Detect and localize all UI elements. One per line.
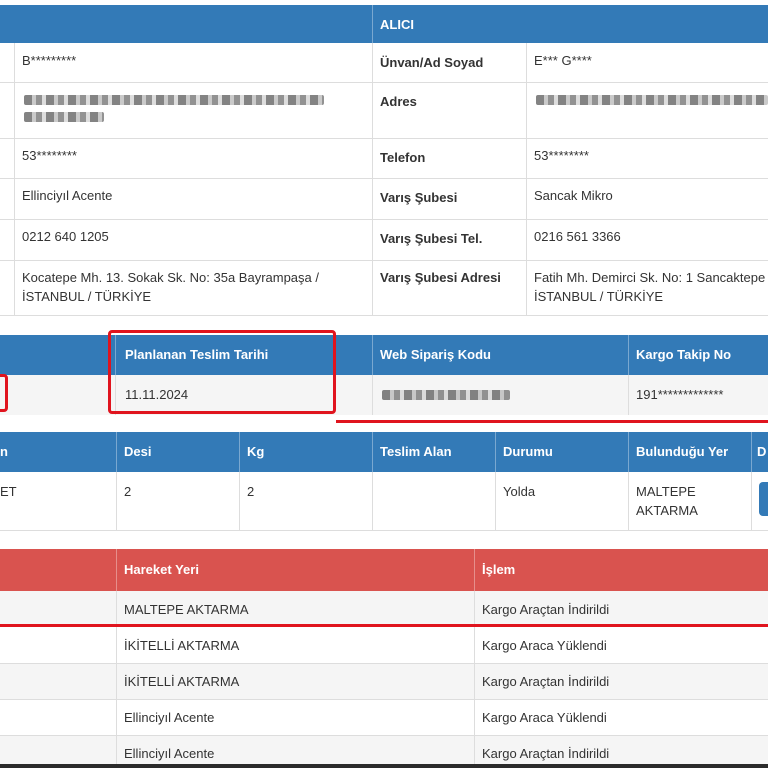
- movement-action: Kargo Araca Yüklendi: [482, 710, 607, 725]
- label-address: Adres: [380, 94, 417, 109]
- header-movement-place: Hareket Yeri: [124, 562, 199, 577]
- row-divider: [0, 315, 768, 316]
- label-branch-phone: Varış Şubesi Tel.: [380, 231, 483, 246]
- package-kg: 2: [247, 484, 255, 499]
- redacted-text: [24, 95, 324, 105]
- redacted-text: [24, 112, 104, 122]
- header-kg: Kg: [247, 444, 265, 459]
- movement-place: İKİTELLİ AKTARMA: [124, 674, 240, 689]
- package-received-by: [372, 474, 495, 490]
- tracking-no-value: 191*************: [636, 387, 724, 402]
- highlight-planned-date: [108, 330, 336, 414]
- row-divider: [0, 735, 768, 736]
- movement-action: Kargo Araca Yüklendi: [482, 638, 607, 653]
- package-status: Yolda: [503, 484, 536, 499]
- movement-place: MALTEPE AKTARMA: [124, 602, 249, 617]
- header-location: Bulunduğu Yer: [636, 444, 729, 459]
- header-received-by: Teslim Alan: [380, 444, 452, 459]
- receiver-address-redacted: [536, 95, 768, 105]
- header-tracking-no: Kargo Takip No: [636, 347, 732, 362]
- receiver-header: ALICI: [380, 17, 414, 32]
- receiver-branch-phone: 0216 561 3366: [534, 229, 621, 244]
- movement-place: Ellinciyıl Acente: [124, 710, 215, 725]
- label-branch: Varış Şubesi: [380, 190, 458, 205]
- col-divider: [751, 472, 752, 530]
- web-order-code-redacted: [382, 390, 510, 400]
- movement-action: Kargo Araçtan İndirildi: [482, 602, 610, 617]
- package-first: ET: [0, 484, 17, 499]
- movement-action: Kargo Araçtan İndirildi: [482, 674, 610, 689]
- header-col-first: n: [0, 444, 8, 459]
- receiver-phone: 53********: [534, 148, 589, 163]
- sender-branch-phone: 0212 640 1205: [22, 229, 109, 244]
- highlight-underline: [336, 420, 768, 423]
- package-location: MALTEPE AKTARMA: [636, 484, 698, 518]
- package-desi: 2: [124, 484, 132, 499]
- row-divider: [0, 663, 768, 664]
- sender-name: B*********: [22, 53, 77, 68]
- detail-button[interactable]: [759, 482, 768, 516]
- label-branch-address: Varış Şubesi Adresi: [380, 270, 501, 285]
- sender-branch-address: Kocatepe Mh. 13. Sokak Sk. No: 35a Bayra…: [22, 270, 319, 304]
- sender-phone: 53********: [22, 148, 77, 163]
- receiver-branch: Sancak Mikro: [534, 188, 613, 203]
- header-web-order-code: Web Sipariş Kodu: [380, 347, 491, 362]
- header-operation: İşlem: [482, 562, 516, 577]
- movement-place: Ellinciyıl Acente: [124, 746, 215, 761]
- receiver-branch-address: Fatih Mh. Demirci Sk. No: 1 Sancaktepe /…: [534, 270, 768, 304]
- movement-action: Kargo Araçtan İndirildi: [482, 746, 610, 761]
- row-divider: [0, 699, 768, 700]
- label-phone: Telefon: [380, 150, 426, 165]
- sender-branch: Ellinciyıl Acente: [22, 188, 113, 203]
- receiver-name: E*** G****: [534, 53, 592, 68]
- header-col-last: D: [757, 444, 767, 459]
- header-desi: Desi: [124, 444, 152, 459]
- highlight-first-movement: [0, 624, 768, 627]
- bottom-edge: [0, 764, 768, 768]
- label-name: Ünvan/Ad Soyad: [380, 55, 484, 70]
- highlight-left-edge: [0, 374, 8, 412]
- col-divider: [372, 375, 373, 415]
- row-divider: [0, 530, 768, 531]
- movement-place: İKİTELLİ AKTARMA: [124, 638, 240, 653]
- header-status: Durumu: [503, 444, 553, 459]
